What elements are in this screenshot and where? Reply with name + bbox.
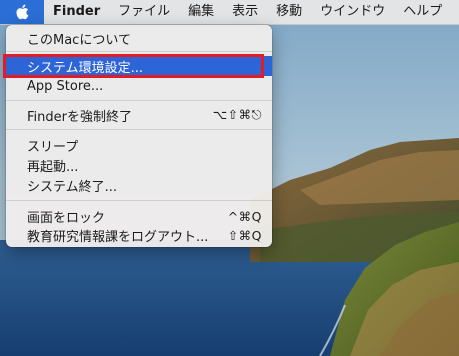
menu-separator [6, 200, 272, 201]
menu-file[interactable]: ファイル [109, 0, 179, 24]
menu-item-shortcut: ⇧⌘Q [227, 227, 262, 243]
menu-bar: Finder ファイル 編集 表示 移動 ウインドウ ヘルプ [0, 0, 459, 25]
menu-item-system-preferences[interactable]: システム環境設定... [6, 56, 272, 76]
menu-item-label: システム終了... [27, 179, 118, 195]
menu-item-sleep[interactable]: スリープ [6, 135, 272, 155]
menu-item-label: 再起動... [27, 159, 79, 175]
menu-window[interactable]: ウインドウ [311, 0, 394, 24]
menu-item-label: システム環境設定... [27, 60, 144, 76]
menu-separator [6, 51, 272, 52]
menu-finder[interactable]: Finder [44, 0, 109, 24]
menu-item-shortcut: ^⌘Q [227, 208, 262, 224]
desktop-screen: Finder ファイル 編集 表示 移動 ウインドウ ヘルプ このMacについて… [0, 0, 459, 356]
menu-item-lock-screen[interactable]: 画面をロック ^⌘Q [6, 206, 272, 226]
apple-logo-icon [16, 4, 29, 20]
apple-menu-button[interactable] [0, 0, 44, 24]
menu-item-force-quit-finder[interactable]: Finderを強制終了 ⌥⇧⌘⎋ [6, 105, 272, 125]
apple-dropdown-menu: このMacについて システム環境設定... App Store... Finde… [6, 25, 272, 247]
menu-item-about-this-mac[interactable]: このMacについて [6, 28, 272, 48]
menu-separator [6, 100, 272, 101]
menu-view[interactable]: 表示 [223, 0, 267, 24]
menu-item-label: 画面をロック [27, 210, 106, 226]
menu-item-label: App Store... [27, 78, 104, 94]
menu-item-shut-down[interactable]: システム終了... [6, 175, 272, 195]
menu-item-label: スリープ [27, 139, 79, 155]
menu-edit[interactable]: 編集 [179, 0, 223, 24]
menu-item-shortcut: ⌥⇧⌘⎋ [212, 107, 262, 122]
menu-item-label: このMacについて [27, 32, 131, 48]
menu-item-label: 教育研究情報課をログアウト... [27, 229, 209, 245]
menu-item-label: Finderを強制終了 [27, 109, 132, 125]
menu-item-restart[interactable]: 再起動... [6, 155, 272, 175]
menu-go[interactable]: 移動 [267, 0, 311, 24]
menu-help[interactable]: ヘルプ [394, 0, 451, 24]
menu-item-app-store[interactable]: App Store... [6, 76, 272, 96]
menu-item-log-out[interactable]: 教育研究情報課をログアウト... ⇧⌘Q [6, 225, 272, 245]
menu-separator [6, 129, 272, 130]
